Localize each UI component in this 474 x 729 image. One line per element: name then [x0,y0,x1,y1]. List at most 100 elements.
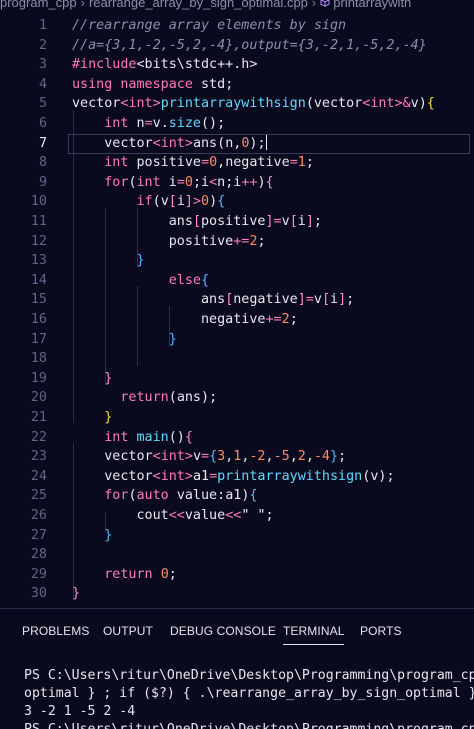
code-token: int [104,116,137,131]
code-token: ( [168,390,177,406]
breadcrumb-folder[interactable]: program_cpp [0,0,77,9]
code-line[interactable]: 11 ans[positive]=v[i]; [0,212,474,232]
code-token: vector [72,96,121,112]
code-line[interactable]: 5 vector<int>printarraywithsign(vector<in… [0,94,474,114]
breadcrumb-symbol[interactable]: printarraywith [333,0,411,9]
code-token: > [184,449,193,465]
code-token: -4 [313,449,330,465]
code-token: < [152,449,161,465]
line-number: 13 [30,253,47,269]
tab-problems[interactable]: PROBLEMS [22,624,90,638]
code-token: ; [289,312,298,327]
code-token: printarraywithsign [217,468,363,484]
line-number: 21 [30,410,47,425]
symbol-method-icon [320,0,330,7]
code-line[interactable]: 18 [0,349,474,369]
code-line[interactable]: 4 using namespace std; [0,75,474,95]
code-line[interactable]: 23 vector<int>v={3,1,-2,-5,2,-4}; [0,447,474,467]
code-token: return [104,566,161,582]
code-line[interactable]: 21 } [0,408,474,428]
code-token: { [217,194,226,210]
tab-ports[interactable]: PORTS [360,624,402,638]
code-token: vector [104,468,153,484]
code-line[interactable]: 2 //a={3,1,-2,-5,2,-4},output={3,-2,1,-5,… [0,36,474,56]
code-editor[interactable]: 1 //rearrange array elements by sign 2 //a=… [0,12,474,608]
line-number: 23 [30,449,47,465]
code-token: n [136,116,145,131]
tab-output[interactable]: OUTPUT [103,624,153,638]
code-token: = [144,116,153,131]
code-token: vector [313,96,363,112]
line-code: #include<bits\stdc++.h> [72,55,257,75]
code-line[interactable]: 27 } [0,526,474,546]
code-line[interactable]: 22 int main(){ [0,428,474,448]
breadcrumb-file[interactable]: rearrange_array_by_sign_optimal.cpp [89,0,308,9]
code-token: ; [225,76,234,92]
code-line[interactable]: 29 return 0; [0,565,474,585]
line-code: ans[positive]=v[i]; [72,212,322,232]
line-number: 5 [38,96,47,112]
code-token: ans [168,214,193,229]
code-line[interactable]: 12 positive+=2; [0,232,474,252]
line-code: positive+=2; [72,232,266,252]
code-line[interactable]: 1 //rearrange array elements by sign [0,16,474,36]
code-line[interactable]: 14 else{ [0,271,474,291]
code-token: { [265,174,274,190]
line-code: else{ [72,271,209,291]
line-number: 12 [30,233,47,249]
code-token: ) [209,194,218,210]
code-line[interactable]: 26 cout<<value<<" "; [0,506,474,526]
terminal-output[interactable]: PS C:\Users\ritur\OneDrive\Desktop\Progr… [0,655,474,729]
code-token: ( [128,174,137,190]
code-token: ; [313,214,322,229]
code-token: ( [305,96,314,112]
code-line[interactable]: 28 [0,545,474,565]
code-token: n [217,174,226,190]
code-token: vector [104,135,153,151]
code-token: = [289,155,298,171]
code-token: ; [168,566,177,582]
code-token: int [160,449,185,465]
code-line[interactable]: 3 #include<bits\stdc++.h> [0,55,474,75]
line-code: } [72,408,112,428]
code-line[interactable]: 24 vector<int>a1=printarraywithsign(v); [0,467,474,487]
code-line[interactable]: 13 } [0,251,474,271]
code-line[interactable]: 25 for(auto value:a1){ [0,486,474,506]
code-token: i [330,292,339,308]
code-line[interactable]: 10 if(v[i]>0){ [0,192,474,212]
code-line[interactable]: 15 ans[negative]=v[i]; [0,290,474,310]
code-token: += [233,233,250,249]
code-token: " " [241,508,266,523]
code-line[interactable]: 20 return(ans); [0,388,474,408]
code-line[interactable]: 16 negative+=2; [0,310,474,330]
code-line[interactable]: 6 int n=v.size(); [0,114,474,134]
code-token: int [160,468,185,484]
line-number: 20 [30,390,47,406]
line-code: cout<<value<<" "; [72,506,274,526]
code-token: ] [338,292,347,308]
line-number: 17 [30,331,47,347]
code-token: } [72,586,81,602]
tab-terminal[interactable]: TERMINAL [283,624,345,645]
code-token: size [168,116,201,131]
code-token: else [168,272,201,288]
code-token: main [136,429,169,445]
line-number: 9 [38,174,47,190]
tab-debug-console[interactable]: DEBUG CONSOLE [170,624,276,638]
code-token: 3 [217,449,226,465]
code-line[interactable]: 17 } [0,330,474,350]
code-line[interactable]: 19 } [0,369,474,389]
code-token: v [410,96,419,112]
code-line[interactable]: 8 int positive=0,negative=1; [0,153,474,173]
code-line[interactable]: 7 vector<int>ans(n,0); [0,133,474,154]
code-token: = [209,468,218,484]
code-line[interactable]: 30} [0,584,474,604]
terminal-line: PS C:\Users\ritur\OneDrive\Desktop\Progr… [24,668,474,683]
code-line[interactable]: 9 for(int i=0;i<n;i++){ [0,173,474,193]
code-token: , [289,449,298,465]
code-token: : [217,488,226,504]
